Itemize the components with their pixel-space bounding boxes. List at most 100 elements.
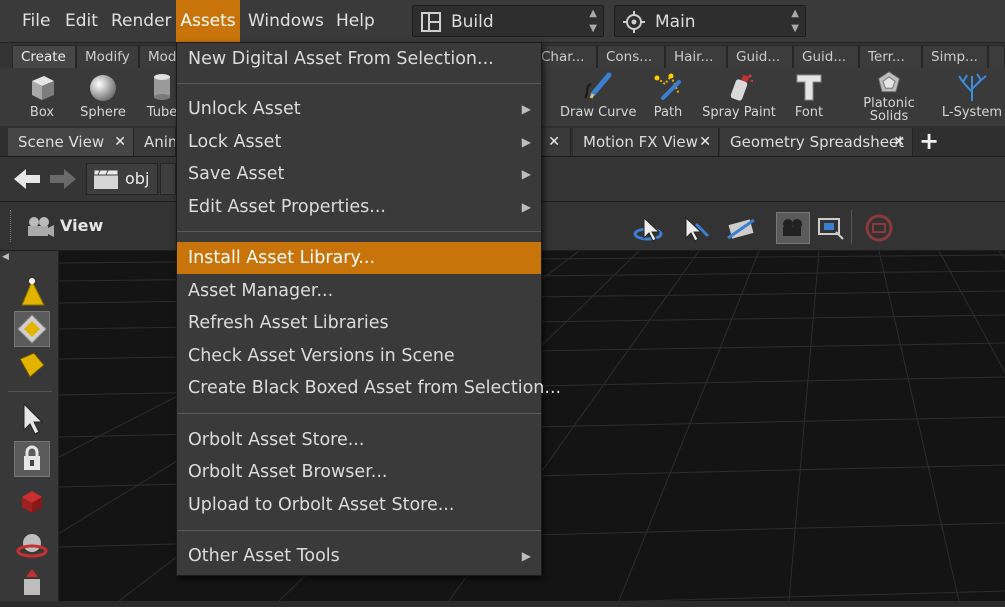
close-icon[interactable]: ✕ <box>699 128 711 156</box>
tool-font-label: Font <box>794 105 824 120</box>
view-camera-toggle[interactable] <box>776 212 810 244</box>
tool-draw-curve[interactable]: Draw Curve <box>560 68 636 126</box>
tool-path[interactable]: Path <box>644 68 692 126</box>
menu-assets[interactable]: Assets <box>176 0 240 42</box>
view-label: View <box>60 216 104 235</box>
tool-sphere[interactable]: Sphere <box>76 68 130 126</box>
submenu-arrow-icon: ▶ <box>521 167 531 181</box>
menu-item-save-asset[interactable]: Save Asset ▶ <box>177 158 541 190</box>
path-node-obj[interactable]: obj <box>86 163 158 195</box>
menu-item-check-asset-versions[interactable]: Check Asset Versions in Scene <box>177 340 541 372</box>
menu-item-upload-to-orbolt[interactable]: Upload to Orbolt Asset Store... <box>177 489 541 521</box>
menu-separator <box>177 83 541 84</box>
path-node-next[interactable] <box>160 163 176 195</box>
shelf-tab-hair[interactable]: Hair... <box>665 45 727 68</box>
submenu-arrow-icon: ▶ <box>521 102 531 116</box>
box-icon <box>32 76 54 100</box>
back-arrow-icon[interactable] <box>12 167 42 191</box>
menu-file[interactable]: File <box>22 0 50 42</box>
close-icon[interactable]: ✕ <box>548 128 560 156</box>
menu-separator <box>177 231 541 232</box>
tool-spray-paint[interactable]: Spray Paint <box>700 68 778 126</box>
menu-item-refresh-asset-libraries[interactable]: Refresh Asset Libraries <box>177 307 541 339</box>
tab-scene-view[interactable]: Scene View ✕ <box>8 128 134 156</box>
tool-font[interactable]: Font <box>786 68 832 126</box>
tool-path-label: Path <box>653 105 683 120</box>
font-icon <box>796 74 822 101</box>
select-edges-icon <box>17 314 47 344</box>
menu-separator <box>177 530 541 531</box>
shelf-tab-overflow[interactable] <box>988 45 1005 68</box>
shelf-tab-terrain[interactable]: Terr... <box>859 45 922 68</box>
camera-move-icon[interactable] <box>724 214 760 244</box>
menu-item-other-asset-tools[interactable]: Other Asset Tools ▶ <box>177 540 541 572</box>
menu-item-orbolt-asset-store[interactable]: Orbolt Asset Store... <box>177 424 541 456</box>
tool-select-edges[interactable] <box>14 311 50 347</box>
menu-item-other-tools-label: Other Asset Tools <box>188 546 340 566</box>
shelf-tab-create[interactable]: Create <box>12 45 76 68</box>
assets-menu-dropdown: New Digital Asset From Selection... Unlo… <box>176 42 561 576</box>
tab-motion-fx-view[interactable]: Motion FX View ✕ <box>573 128 719 156</box>
shelf-tab-guide-process[interactable]: Guid... <box>727 45 793 68</box>
collapse-arrow-icon[interactable]: ◀ <box>2 252 9 262</box>
tool-spray-paint-label: Spray Paint <box>702 105 776 120</box>
menu-edit[interactable]: Edit <box>65 0 98 42</box>
desktop-combo[interactable]: Build ▲ ▼ <box>412 5 604 37</box>
menu-separator <box>177 413 541 414</box>
menu-item-asset-manager[interactable]: Asset Manager... <box>177 275 541 307</box>
stop-render-icon[interactable] <box>864 213 894 243</box>
shelf-tab-constraints[interactable]: Cons... <box>597 45 665 68</box>
sphere-icon <box>90 75 116 101</box>
menu-bar: File Edit Render Assets Windows Help Bui… <box>0 0 1005 43</box>
close-icon[interactable]: ✕ <box>114 128 126 156</box>
spray-paint-icon <box>730 74 754 101</box>
tool-sphere-label: Sphere <box>80 105 126 120</box>
menu-item-lock-asset[interactable]: Lock Asset ▶ <box>177 126 541 158</box>
menu-item-unlock-asset[interactable]: Unlock Asset ▶ <box>177 93 541 125</box>
tool-box-label: Box <box>29 105 55 120</box>
tool-platonic-solids[interactable]: Platonic Solids <box>858 68 920 126</box>
tool-box[interactable]: Box <box>20 68 64 126</box>
lock-icon <box>24 445 40 470</box>
desktop-combo-label: Build <box>451 12 494 32</box>
tab-animation[interactable]: Anim <box>134 128 176 156</box>
forward-arrow-icon[interactable] <box>48 167 78 191</box>
spin-arrows-icon: ▲ ▼ <box>791 8 799 34</box>
tool-select[interactable] <box>14 401 50 437</box>
menu-item-create-black-boxed-asset[interactable]: Create Black Boxed Asset from Selection.… <box>177 372 561 404</box>
layout-icon <box>421 12 441 32</box>
film-camera-icon <box>783 219 802 236</box>
tool-lock[interactable] <box>14 441 50 477</box>
menu-help[interactable]: Help <box>336 0 375 42</box>
menu-item-install-asset-library[interactable]: Install Asset Library... <box>177 242 541 274</box>
add-tab-icon[interactable]: + <box>918 128 940 154</box>
shelf-tab-simple-fx[interactable]: Simp... <box>922 45 988 68</box>
left-tool-strip: ◀ <box>0 251 59 601</box>
submenu-arrow-icon: ▶ <box>521 135 531 149</box>
menu-item-edit-props-label: Edit Asset Properties... <box>188 197 386 217</box>
tool-rotate[interactable] <box>14 527 50 563</box>
scene-clapper-icon <box>93 169 119 189</box>
tool-scale[interactable] <box>14 567 50 603</box>
shelf-tab-guide-brushes[interactable]: Guid... <box>793 45 859 68</box>
context-combo[interactable]: Main ▲ ▼ <box>614 5 806 37</box>
submenu-arrow-icon: ▶ <box>521 549 531 563</box>
camera-icon[interactable] <box>24 214 56 240</box>
shelf-tab-modify[interactable]: Modify <box>76 45 139 68</box>
menu-item-edit-asset-properties[interactable]: Edit Asset Properties... ▶ <box>177 191 541 223</box>
snapshot-icon[interactable] <box>816 214 846 242</box>
select-pan-icon[interactable] <box>678 214 714 244</box>
menu-item-orbolt-asset-browser[interactable]: Orbolt Asset Browser... <box>177 456 541 488</box>
tool-transform[interactable] <box>14 483 50 519</box>
menu-render[interactable]: Render <box>111 0 172 42</box>
close-icon[interactable]: ✕ <box>893 128 905 156</box>
tool-select-points[interactable] <box>14 275 50 311</box>
menu-item-new-digital-asset[interactable]: New Digital Asset From Selection... <box>177 43 541 75</box>
menu-windows[interactable]: Windows <box>248 0 324 42</box>
select-tumble-icon[interactable] <box>632 214 668 244</box>
tab-geometry-spreadsheet[interactable]: Geometry Spreadsheet ✕ <box>720 128 913 156</box>
tool-select-primitives[interactable] <box>14 347 50 383</box>
tool-l-system[interactable]: L-System <box>940 68 1004 126</box>
tab-hidden-close[interactable]: ✕ <box>540 128 571 156</box>
toolbar-divider <box>851 210 852 244</box>
